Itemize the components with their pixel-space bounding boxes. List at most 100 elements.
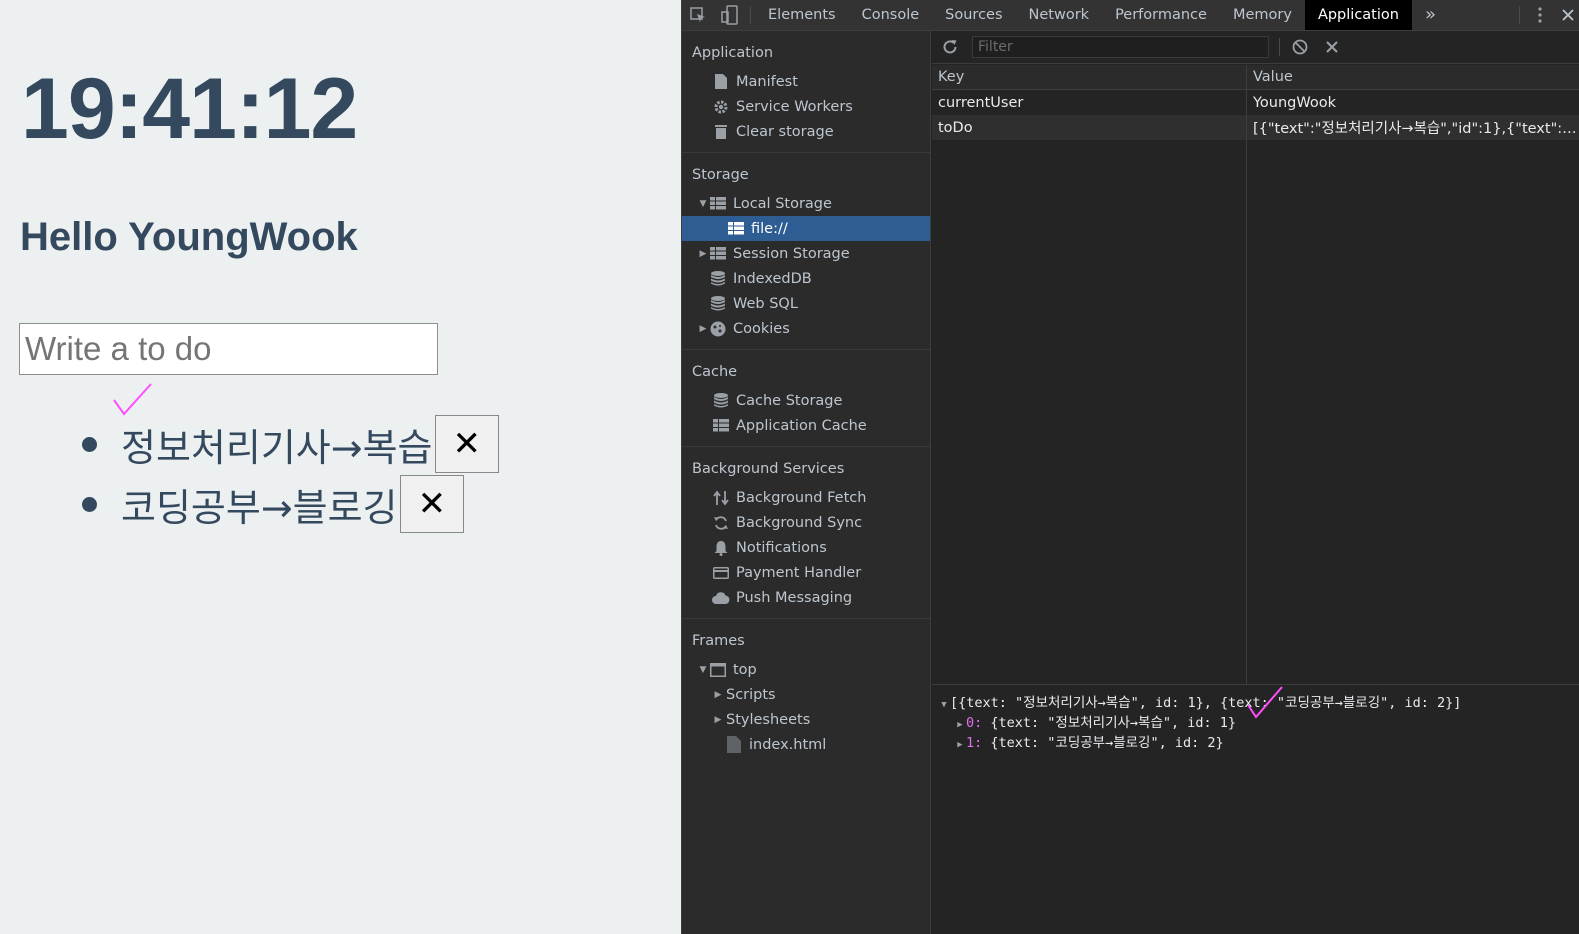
table-row[interactable]: toDo [{"text":"정보처리기사→복습","id":1},{"text… bbox=[932, 115, 1579, 140]
kebab-menu-icon[interactable] bbox=[1524, 0, 1556, 30]
tab-memory[interactable]: Memory bbox=[1220, 0, 1305, 30]
sidebar-item-local-storage-file[interactable]: file:// bbox=[682, 216, 930, 241]
sidebar-item-frame-top[interactable]: ▼ top bbox=[682, 657, 930, 682]
section-header: Cache bbox=[692, 364, 738, 380]
sidebar-item-label: Local Storage bbox=[733, 195, 832, 212]
delete-todo-button[interactable]: ✕ bbox=[434, 415, 500, 473]
sidebar-item-background-fetch[interactable]: Background Fetch bbox=[682, 485, 930, 510]
sidebar-item-manifest[interactable]: Manifest bbox=[682, 69, 930, 94]
sidebar-item-label: IndexedDB bbox=[733, 270, 812, 287]
section-frames: Frames ▼ top ▶ Scripts ▶ Stylesheets ind… bbox=[682, 619, 930, 757]
tab-network[interactable]: Network bbox=[1016, 0, 1103, 30]
collapsed-arrow-icon[interactable]: ▶ bbox=[954, 735, 966, 755]
sidebar-item-background-sync[interactable]: Background Sync bbox=[682, 510, 930, 535]
sidebar-item-label: Background Fetch bbox=[736, 489, 867, 506]
close-devtools-icon[interactable] bbox=[1556, 0, 1579, 30]
tab-sources[interactable]: Sources bbox=[932, 0, 1015, 30]
sidebar-item-label: Cookies bbox=[733, 320, 790, 337]
device-toolbar-icon[interactable] bbox=[714, 0, 746, 30]
tab-elements[interactable]: Elements bbox=[755, 0, 849, 30]
collapsed-arrow-icon[interactable]: ▶ bbox=[712, 715, 724, 725]
preview-item-text: {text: "코딩공부→블로깅", id: 2} bbox=[982, 735, 1224, 751]
todo-item: 코딩공부→블로깅 ✕ bbox=[78, 474, 499, 534]
sidebar-item-label: Clear storage bbox=[736, 123, 834, 140]
sidebar-item-label: Web SQL bbox=[733, 295, 798, 312]
sync-icon bbox=[712, 515, 730, 531]
todo-list: 정보처리기사→복습 ✕ 코딩공부→블로깅 ✕ bbox=[78, 414, 500, 534]
database-icon bbox=[709, 296, 727, 312]
refresh-icon[interactable] bbox=[934, 32, 966, 62]
file-icon bbox=[725, 736, 743, 753]
sidebar-item-payment-handler[interactable]: Payment Handler bbox=[682, 560, 930, 585]
sidebar-item-push-messaging[interactable]: Push Messaging bbox=[682, 585, 930, 610]
table-icon bbox=[709, 246, 727, 262]
sidebar-item-session-storage[interactable]: ▶ Session Storage bbox=[682, 241, 930, 266]
expanded-arrow-icon[interactable]: ▼ bbox=[938, 695, 950, 715]
sidebar-item-stylesheets[interactable]: ▶ Stylesheets bbox=[682, 707, 930, 732]
collapsed-arrow-icon[interactable]: ▶ bbox=[697, 324, 709, 334]
gear-icon bbox=[712, 99, 730, 115]
more-tabs-button[interactable]: » bbox=[1412, 0, 1449, 30]
column-header-value[interactable]: Value bbox=[1247, 69, 1579, 85]
table-icon bbox=[727, 221, 745, 237]
bell-icon bbox=[712, 540, 730, 556]
delete-todo-button[interactable]: ✕ bbox=[399, 475, 465, 533]
sidebar-item-label: Stylesheets bbox=[726, 711, 811, 728]
storage-toolbar bbox=[932, 31, 1579, 64]
section-background-services: Background Services Background Fetch Bac… bbox=[682, 447, 930, 619]
devtools-panel: Elements Console Sources Network Perform… bbox=[681, 0, 1579, 934]
section-storage: Storage ▼ Local Storage file:// ▶ Sessio… bbox=[682, 153, 930, 350]
annotation-check-mark bbox=[1247, 686, 1283, 719]
sidebar-item-application-cache[interactable]: Application Cache bbox=[682, 413, 930, 438]
delete-selected-icon[interactable] bbox=[1316, 32, 1348, 62]
database-icon bbox=[709, 271, 727, 287]
column-header-key[interactable]: Key bbox=[932, 69, 1247, 85]
cloud-icon bbox=[712, 590, 730, 606]
cookie-icon bbox=[709, 321, 727, 337]
collapsed-arrow-icon[interactable]: ▶ bbox=[954, 715, 966, 735]
expanded-arrow-icon[interactable]: ▼ bbox=[697, 665, 709, 675]
clear-all-icon[interactable] bbox=[1284, 32, 1316, 62]
sidebar-item-label: Service Workers bbox=[736, 98, 853, 115]
annotation-check-mark bbox=[113, 383, 152, 416]
row-key: currentUser bbox=[938, 94, 1024, 111]
storage-panel: Key Value currentUser YoungWook toDo [{"… bbox=[932, 31, 1579, 934]
sidebar-item-label: Session Storage bbox=[733, 245, 850, 262]
tab-application[interactable]: Application bbox=[1304, 0, 1412, 30]
clock: 19:41:12 bbox=[21, 61, 358, 157]
sidebar-item-cache-storage[interactable]: Cache Storage bbox=[682, 388, 930, 413]
sidebar-item-scripts[interactable]: ▶ Scripts bbox=[682, 682, 930, 707]
tab-console[interactable]: Console bbox=[849, 0, 933, 30]
todo-text: 코딩공부→블로깅 bbox=[121, 485, 398, 530]
sidebar-item-indexeddb[interactable]: IndexedDB bbox=[682, 266, 930, 291]
sidebar-item-label: index.html bbox=[749, 736, 827, 753]
database-icon bbox=[712, 393, 730, 409]
toolbar-divider bbox=[750, 6, 751, 24]
collapsed-arrow-icon[interactable]: ▶ bbox=[712, 690, 724, 700]
sidebar-item-label: Scripts bbox=[726, 686, 776, 703]
tab-performance[interactable]: Performance bbox=[1102, 0, 1220, 30]
bullet bbox=[82, 496, 97, 512]
sidebar-item-index-html[interactable]: index.html bbox=[682, 732, 930, 757]
sidebar-item-websql[interactable]: Web SQL bbox=[682, 291, 930, 316]
inspect-element-icon[interactable] bbox=[682, 0, 714, 30]
preview-item[interactable]: ▶ 1: {text: "코딩공부→블로깅", id: 2} bbox=[932, 733, 1579, 753]
sidebar-item-notifications[interactable]: Notifications bbox=[682, 535, 930, 560]
row-key: toDo bbox=[938, 119, 973, 136]
filter-input[interactable] bbox=[972, 36, 1269, 58]
todo-input[interactable] bbox=[19, 323, 438, 375]
sidebar-item-service-workers[interactable]: Service Workers bbox=[682, 94, 930, 119]
sidebar-item-cookies[interactable]: ▶ Cookies bbox=[682, 316, 930, 341]
expanded-arrow-icon[interactable]: ▼ bbox=[697, 199, 709, 209]
sidebar-item-local-storage[interactable]: ▼ Local Storage bbox=[682, 191, 930, 216]
section-header: Storage bbox=[692, 167, 749, 183]
sidebar-item-clear-storage[interactable]: Clear storage bbox=[682, 119, 930, 144]
table-row[interactable]: currentUser YoungWook bbox=[932, 90, 1579, 115]
app-page: 19:41:12 Hello YoungWook 정보처리기사→복습 ✕ 코딩공… bbox=[0, 0, 681, 934]
row-value: [{"text":"정보처리기사→복습","id":1},{"text":"..… bbox=[1253, 121, 1579, 137]
toolbar-divider bbox=[1519, 6, 1520, 24]
collapsed-arrow-icon[interactable]: ▶ bbox=[697, 249, 709, 259]
local-storage-table: Key Value currentUser YoungWook toDo [{"… bbox=[932, 65, 1579, 684]
todo-text: 정보처리기사→복습 bbox=[121, 425, 433, 470]
sidebar-item-label: Cache Storage bbox=[736, 392, 843, 409]
